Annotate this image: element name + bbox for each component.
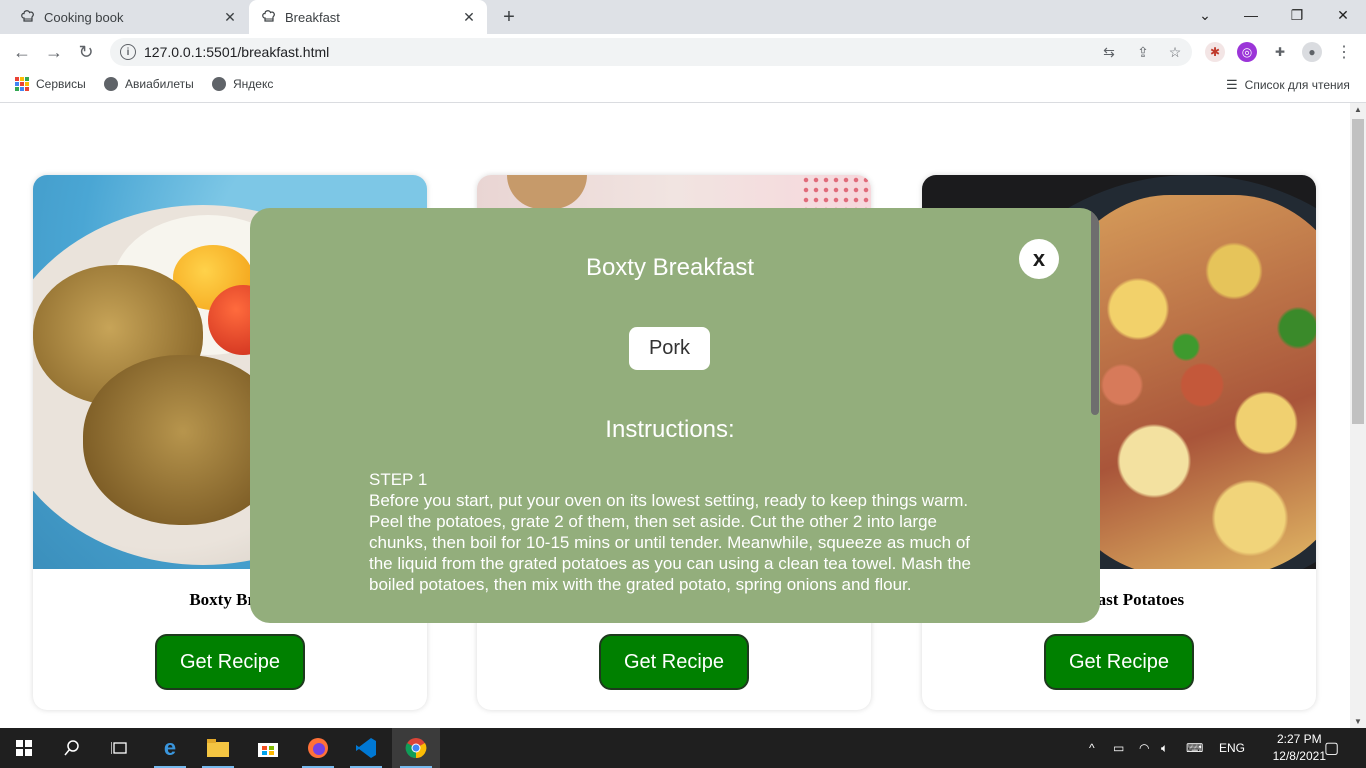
translate-icon[interactable]: ⇆ (1100, 43, 1118, 61)
volume-icon[interactable]: 🔈︎ (1161, 728, 1168, 768)
page-scrollbar[interactable]: ▲ ▼ (1350, 103, 1366, 728)
tab-breakfast[interactable]: Breakfast ✕ (249, 0, 487, 34)
back-icon[interactable]: ← (10, 40, 34, 64)
reading-list-button[interactable]: ☰ Список для чтения (1226, 77, 1350, 93)
bookmark-services[interactable]: Сервисы (15, 77, 86, 91)
site-info-icon[interactable]: i (120, 44, 136, 60)
clock[interactable]: 2:27 PM 12/8/2021 (1273, 731, 1326, 765)
bug-extension-icon[interactable]: ✱ (1205, 42, 1225, 62)
apps-grid-icon (15, 77, 29, 91)
modal-scrollbar[interactable] (1090, 208, 1100, 623)
reading-list-icon: ☰ (1226, 77, 1238, 92)
share-icon[interactable]: ⇪ (1134, 43, 1152, 61)
store-icon[interactable] (244, 728, 292, 768)
close-tab-icon[interactable]: ✕ (461, 9, 477, 25)
battery-icon[interactable]: ▭ (1113, 728, 1124, 768)
page-scrollbar-thumb[interactable] (1352, 119, 1364, 424)
task-view-icon[interactable] (96, 728, 144, 768)
bookmark-star-icon[interactable]: ☆ (1166, 43, 1184, 61)
minimize-icon[interactable]: — (1228, 0, 1274, 30)
clock-date: 12/8/2021 (1272, 749, 1326, 763)
get-recipe-button[interactable]: Get Recipe (155, 634, 305, 690)
close-window-icon[interactable]: ✕ (1320, 0, 1366, 30)
chef-hat-icon (20, 9, 36, 25)
file-explorer-icon[interactable] (194, 728, 242, 768)
close-modal-button[interactable]: x (1019, 239, 1059, 279)
get-recipe-button[interactable]: Get Recipe (599, 634, 749, 690)
purple-extension-icon[interactable]: ◎ (1237, 42, 1257, 62)
close-tab-icon[interactable]: ✕ (222, 9, 238, 25)
firefox-icon[interactable] (294, 728, 342, 768)
bookmarks-bar: Сервисы Авиабилеты Яндекс ☰ Список для ч… (0, 70, 1366, 103)
chrome-icon[interactable] (392, 728, 440, 768)
scroll-up-arrow-icon[interactable]: ▲ (1354, 105, 1362, 114)
profile-avatar-icon[interactable]: ● (1302, 42, 1322, 62)
step-label: STEP 1 (369, 470, 428, 489)
show-hidden-icons-icon[interactable]: ^ (1089, 728, 1095, 768)
step-text: Before you start, put your oven on its l… (369, 491, 971, 594)
tab-cooking-book[interactable]: Cooking book ✕ (8, 0, 248, 34)
get-recipe-button[interactable]: Get Recipe (1044, 634, 1194, 690)
bookmark-aviabilety[interactable]: Авиабилеты (104, 77, 194, 91)
restore-icon[interactable]: ❐ (1274, 0, 1320, 30)
language-indicator[interactable]: ENG (1219, 728, 1245, 768)
globe-icon (104, 77, 118, 91)
reload-icon[interactable]: ↻ (74, 40, 98, 64)
scroll-down-arrow-icon[interactable]: ▼ (1354, 717, 1362, 726)
category-tag: Pork (629, 327, 710, 370)
instructions-heading: Instructions: (605, 416, 735, 443)
clock-time: 2:27 PM (1276, 732, 1322, 746)
recipe-modal: Boxty Breakfast x Pork Instructions: STE… (250, 208, 1100, 623)
url-text: 127.0.0.1:5501/breakfast.html (144, 44, 330, 60)
bookmark-yandex[interactable]: Яндекс (212, 77, 273, 91)
globe-icon (212, 77, 226, 91)
vscode-icon[interactable] (342, 728, 390, 768)
bookmark-label: Авиабилеты (125, 77, 194, 91)
tab-title: Breakfast (285, 9, 340, 25)
notifications-icon[interactable]: ▢ (1324, 728, 1339, 768)
extensions-puzzle-icon[interactable]: ✚ (1270, 42, 1290, 62)
tab-search-icon[interactable]: ⌄ (1182, 0, 1228, 30)
instructions-text: STEP 1 Before you start, put your oven o… (369, 469, 979, 595)
browser-toolbar: ← → ↻ i 127.0.0.1:5501/breakfast.html ⇆ … (0, 34, 1366, 70)
start-windows-icon[interactable] (0, 728, 48, 768)
reading-list-label: Список для чтения (1244, 78, 1350, 92)
modal-title: Boxty Breakfast (585, 254, 755, 281)
search-icon[interactable] (48, 728, 96, 768)
windows-taskbar: e ^ ▭ ◠ 🔈︎ ⌨︎ ENG 2:27 PM 12/8/2021 ▢ (0, 728, 1366, 768)
tab-strip: Cooking book ✕ Breakfast ✕ + ⌄ — ❐ ✕ (0, 0, 1366, 34)
bookmark-label: Сервисы (36, 77, 86, 91)
edge-icon[interactable]: e (146, 728, 194, 768)
new-tab-button[interactable]: + (498, 6, 520, 28)
modal-scrollbar-thumb[interactable] (1091, 208, 1099, 415)
address-bar[interactable]: i 127.0.0.1:5501/breakfast.html ⇆ ⇪ ☆ (110, 38, 1192, 66)
keyboard-icon[interactable]: ⌨︎ (1186, 728, 1203, 768)
network-icon[interactable]: ◠ (1139, 728, 1149, 768)
chef-hat-icon (261, 9, 277, 25)
menu-kebab-icon[interactable]: ⋮ (1334, 42, 1354, 62)
page-viewport: Boxty Brea Get Recipe Get Recipe fast Po… (0, 103, 1350, 728)
bookmark-label: Яндекс (233, 77, 274, 91)
tab-title: Cooking book (44, 9, 124, 25)
forward-icon[interactable]: → (42, 40, 66, 64)
